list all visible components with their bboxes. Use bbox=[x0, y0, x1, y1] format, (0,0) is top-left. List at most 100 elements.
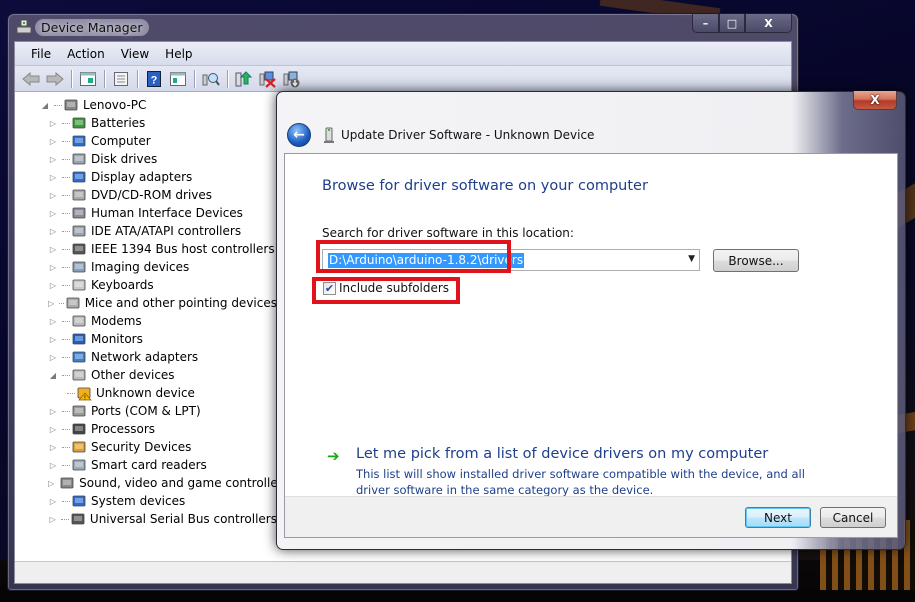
tree-item-other-devices[interactable]: ◢ Other devices bbox=[15, 366, 277, 384]
collapsed-arrow-icon[interactable]: ▷ bbox=[48, 442, 58, 452]
collapsed-arrow-icon[interactable]: ▷ bbox=[48, 478, 54, 488]
collapsed-arrow-icon[interactable]: ▷ bbox=[48, 352, 58, 362]
tree-item-computer[interactable]: ▷ Computer bbox=[15, 132, 277, 150]
tree-item-ide-ata-atapi-controllers[interactable]: ▷ IDE ATA/ATAPI controllers bbox=[15, 222, 277, 240]
tree-item-ports-com-lpt[interactable]: ▷ Ports (COM & LPT) bbox=[15, 402, 277, 420]
collapsed-arrow-icon[interactable]: ▷ bbox=[48, 190, 58, 200]
tree-item-smart-card-readers[interactable]: ▷ Smart card readers bbox=[15, 456, 277, 474]
tree-connector bbox=[62, 140, 70, 142]
next-button[interactable]: Next bbox=[745, 507, 811, 528]
usb-device-icon bbox=[324, 127, 334, 143]
close-button[interactable]: X bbox=[745, 14, 792, 33]
show-hide-console-tree-button[interactable] bbox=[77, 68, 99, 90]
tree-item-universal-serial-bus-controllers[interactable]: ▷ Universal Serial Bus controllers bbox=[15, 510, 277, 528]
tree-connector bbox=[62, 284, 70, 286]
chevron-down-icon[interactable]: ▼ bbox=[688, 254, 695, 264]
tree-item-label: IEEE 1394 Bus host controllers bbox=[91, 242, 275, 256]
uninstall-button[interactable] bbox=[257, 68, 279, 90]
tree-item-dvd-cd-rom-drives[interactable]: ▷ DVD/CD-ROM drives bbox=[15, 186, 277, 204]
menu-action[interactable]: Action bbox=[59, 47, 113, 61]
other-devices-icon bbox=[72, 369, 86, 381]
tree-item-label: Batteries bbox=[91, 116, 146, 130]
tree-item-mice-and-other-pointing-devices[interactable]: ▷ Mice and other pointing devices bbox=[15, 294, 277, 312]
back-arrow-icon: ← bbox=[293, 127, 305, 143]
dialog-back-button[interactable]: ← bbox=[287, 123, 311, 147]
tree-connector bbox=[62, 194, 70, 196]
toolbar-separator bbox=[194, 69, 195, 88]
tree-item-label: System devices bbox=[91, 494, 186, 508]
show-hide-console-tree-icon bbox=[80, 71, 96, 86]
collapsed-arrow-icon[interactable]: ▷ bbox=[48, 136, 58, 146]
collapsed-arrow-icon[interactable]: ▷ bbox=[48, 424, 58, 434]
collapsed-arrow-icon[interactable]: ▷ bbox=[48, 514, 57, 524]
tree-connector bbox=[62, 464, 70, 466]
tree-item-human-interface-devices[interactable]: ▷ Human Interface Devices bbox=[15, 204, 277, 222]
tree-item-security-devices[interactable]: ▷ Security Devices bbox=[15, 438, 277, 456]
collapsed-arrow-icon[interactable]: ▷ bbox=[48, 316, 58, 326]
tree-item-keyboards[interactable]: ▷ Keyboards bbox=[15, 276, 277, 294]
collapsed-arrow-icon[interactable]: ▷ bbox=[48, 280, 58, 290]
cancel-button[interactable]: Cancel bbox=[820, 507, 886, 528]
pick-from-list-link[interactable]: Let me pick from a list of device driver… bbox=[356, 446, 768, 462]
collapsed-arrow-icon[interactable]: ▷ bbox=[48, 208, 58, 218]
tree-item-monitors[interactable]: ▷ Monitors bbox=[15, 330, 277, 348]
collapsed-arrow-icon[interactable]: ▷ bbox=[48, 262, 58, 272]
collapsed-arrow-icon[interactable]: ▷ bbox=[48, 226, 58, 236]
minimize-button[interactable]: – bbox=[692, 14, 719, 33]
tree-connector bbox=[62, 356, 70, 358]
scan-hardware-button[interactable] bbox=[200, 68, 222, 90]
menu-help[interactable]: Help bbox=[157, 47, 200, 61]
dialog-close-button[interactable]: X bbox=[853, 91, 897, 110]
show-action-pane-button[interactable] bbox=[167, 68, 189, 90]
status-bar bbox=[15, 561, 791, 583]
tree-item-label: Computer bbox=[91, 134, 151, 148]
tree-item-label: Ports (COM & LPT) bbox=[91, 404, 201, 418]
tree-item-sound-video-and-game-controllers[interactable]: ▷ Sound, video and game controllers bbox=[15, 474, 289, 492]
collapsed-arrow-icon[interactable]: ▷ bbox=[48, 244, 58, 254]
update-driver-button[interactable] bbox=[233, 68, 255, 90]
tree-item-modems[interactable]: ▷ Modems bbox=[15, 312, 277, 330]
monitor-icon bbox=[72, 333, 86, 345]
toolbar-separator bbox=[71, 69, 72, 88]
tree-item-label: Imaging devices bbox=[91, 260, 190, 274]
collapsed-arrow-icon[interactable]: ▷ bbox=[48, 460, 58, 470]
device-tree: ◢ Lenovo-PC ▷ Batteries ▷ Computer ▷ Disk drive… bbox=[15, 93, 289, 561]
tree-item-system-devices[interactable]: ▷ System devices bbox=[15, 492, 277, 510]
tree-connector bbox=[62, 248, 70, 250]
collapsed-arrow-icon[interactable]: ▷ bbox=[48, 496, 58, 506]
network-adapter-icon bbox=[72, 351, 86, 363]
help-button[interactable]: ? bbox=[143, 68, 165, 90]
tree-item-unknown-device[interactable]: ! Unknown device bbox=[15, 384, 277, 402]
tree-item-disk-drives[interactable]: ▷ Disk drives bbox=[15, 150, 277, 168]
modem-icon bbox=[72, 315, 86, 327]
disable-button[interactable] bbox=[281, 68, 303, 90]
collapsed-arrow-icon[interactable]: ▷ bbox=[48, 298, 55, 308]
tree-item-label: DVD/CD-ROM drives bbox=[91, 188, 213, 202]
menu-file[interactable]: File bbox=[23, 47, 59, 61]
tree-item-label: Human Interface Devices bbox=[91, 206, 243, 220]
properties-button[interactable] bbox=[110, 68, 132, 90]
collapsed-arrow-icon[interactable]: ▷ bbox=[48, 118, 58, 128]
maximize-button[interactable]: □ bbox=[719, 14, 745, 33]
tree-item-display-adapters[interactable]: ▷ Display adapters bbox=[15, 168, 277, 186]
usb-icon bbox=[71, 513, 85, 525]
tree-item-imaging-devices[interactable]: ▷ Imaging devices bbox=[15, 258, 277, 276]
browse-button[interactable]: Browse... bbox=[713, 249, 799, 272]
collapsed-arrow-icon[interactable]: ▷ bbox=[48, 154, 58, 164]
menu-view[interactable]: View bbox=[113, 47, 157, 61]
collapsed-arrow-icon[interactable]: ▷ bbox=[48, 334, 58, 344]
collapsed-arrow-icon[interactable]: ▷ bbox=[48, 172, 58, 182]
expanded-arrow-icon[interactable]: ◢ bbox=[40, 100, 50, 110]
tree-item-ieee-1394-bus-host-controllers[interactable]: ▷ IEEE 1394 Bus host controllers bbox=[15, 240, 277, 258]
tree-root-lenovo-pc[interactable]: ◢ Lenovo-PC bbox=[15, 96, 277, 114]
tree-item-label: Universal Serial Bus controllers bbox=[89, 512, 277, 526]
title-bar[interactable]: Device Manager – □ X bbox=[8, 14, 798, 40]
tree-item-processors[interactable]: ▷ Processors bbox=[15, 420, 277, 438]
back-button[interactable] bbox=[20, 68, 42, 90]
forward-button[interactable] bbox=[44, 68, 66, 90]
tree-item-label: Processors bbox=[91, 422, 156, 436]
tree-item-batteries[interactable]: ▷ Batteries bbox=[15, 114, 277, 132]
collapsed-arrow-icon[interactable]: ▷ bbox=[48, 406, 58, 416]
expanded-arrow-icon[interactable]: ◢ bbox=[48, 370, 58, 380]
tree-item-network-adapters[interactable]: ▷ Network adapters bbox=[15, 348, 277, 366]
